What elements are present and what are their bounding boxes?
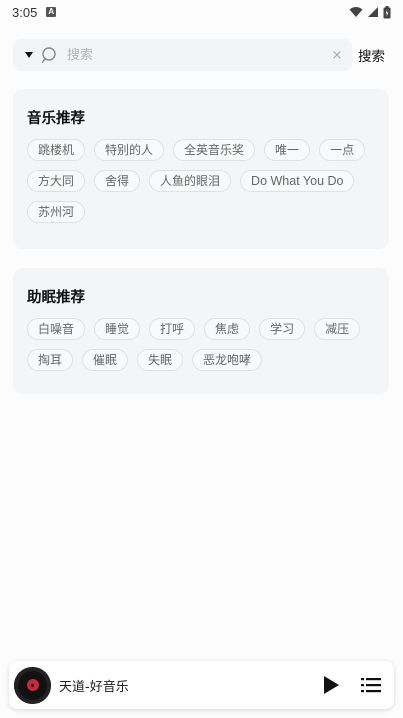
music-tag[interactable]: 唯一 [264, 139, 311, 161]
playlist-icon [361, 678, 381, 693]
music-tag[interactable]: 一点 [319, 139, 366, 161]
album-cover-icon[interactable] [14, 666, 51, 704]
notification-icon: A [46, 7, 57, 17]
music-tag[interactable]: 舍得 [94, 170, 141, 192]
mini-player[interactable]: 天道-好音乐 [9, 661, 394, 709]
sleep-tag[interactable]: 失眠 [137, 349, 184, 371]
play-icon [324, 676, 339, 694]
search-bar: × 搜索 [13, 39, 389, 71]
signal-icon [368, 7, 378, 17]
sleep-tag[interactable]: 打呼 [149, 318, 196, 340]
search-button[interactable]: 搜索 [358, 45, 385, 65]
sleep-tag[interactable]: 减压 [314, 318, 361, 340]
sleep-tag[interactable]: 催眠 [82, 349, 129, 371]
play-button[interactable] [318, 672, 344, 698]
battery-icon [383, 5, 391, 18]
sleep-tag-list: 白噪音 睡觉 打呼 焦虑 学习 减压 掏耳 催眠 失眠 恶龙咆哮 [27, 318, 375, 371]
search-input[interactable] [67, 47, 330, 63]
music-tag[interactable]: 方大同 [27, 170, 86, 192]
clear-icon[interactable]: × [330, 48, 344, 63]
status-time: 3:05 [12, 4, 38, 20]
music-recommend-title: 音乐推荐 [27, 111, 85, 127]
music-tag[interactable]: 苏州河 [27, 201, 86, 223]
search-box: × [13, 39, 352, 71]
sleep-tag[interactable]: 白噪音 [27, 318, 86, 340]
sleep-recommend-title: 助眠推荐 [27, 290, 85, 306]
music-tag[interactable]: 人鱼的眼泪 [149, 170, 232, 192]
status-bar: 3:05 A [0, 0, 403, 24]
sleep-tag[interactable]: 掏耳 [27, 349, 74, 371]
sleep-recommend-card: 助眠推荐 白噪音 睡觉 打呼 焦虑 学习 减压 掏耳 催眠 失眠 恶龙咆哮 [13, 268, 389, 394]
vinyl-hole [31, 683, 34, 687]
sleep-tag[interactable]: 学习 [259, 318, 306, 340]
vinyl-label [26, 679, 39, 691]
sleep-tag[interactable]: 焦虑 [204, 318, 251, 340]
playlist-button[interactable] [360, 674, 382, 696]
music-tag[interactable]: 全英音乐奖 [173, 139, 256, 161]
music-tag[interactable]: Do What You Do [240, 170, 355, 192]
music-tag-list: 跳楼机 特别的人 全英音乐奖 唯一 一点 方大同 舍得 人鱼的眼泪 Do Wha… [27, 139, 375, 223]
status-icons [349, 5, 391, 19]
sleep-tag[interactable]: 睡觉 [94, 318, 141, 340]
wifi-icon [349, 7, 363, 17]
music-recommend-card: 音乐推荐 跳楼机 特别的人 全英音乐奖 唯一 一点 方大同 舍得 人鱼的眼泪 D… [13, 89, 389, 249]
dropdown-arrow-icon[interactable] [25, 52, 33, 58]
music-tag[interactable]: 跳楼机 [27, 139, 86, 161]
player-track-title[interactable]: 天道-好音乐 [59, 676, 318, 695]
search-icon [41, 47, 56, 63]
sleep-tag[interactable]: 恶龙咆哮 [192, 349, 263, 371]
music-tag[interactable]: 特别的人 [94, 139, 165, 161]
